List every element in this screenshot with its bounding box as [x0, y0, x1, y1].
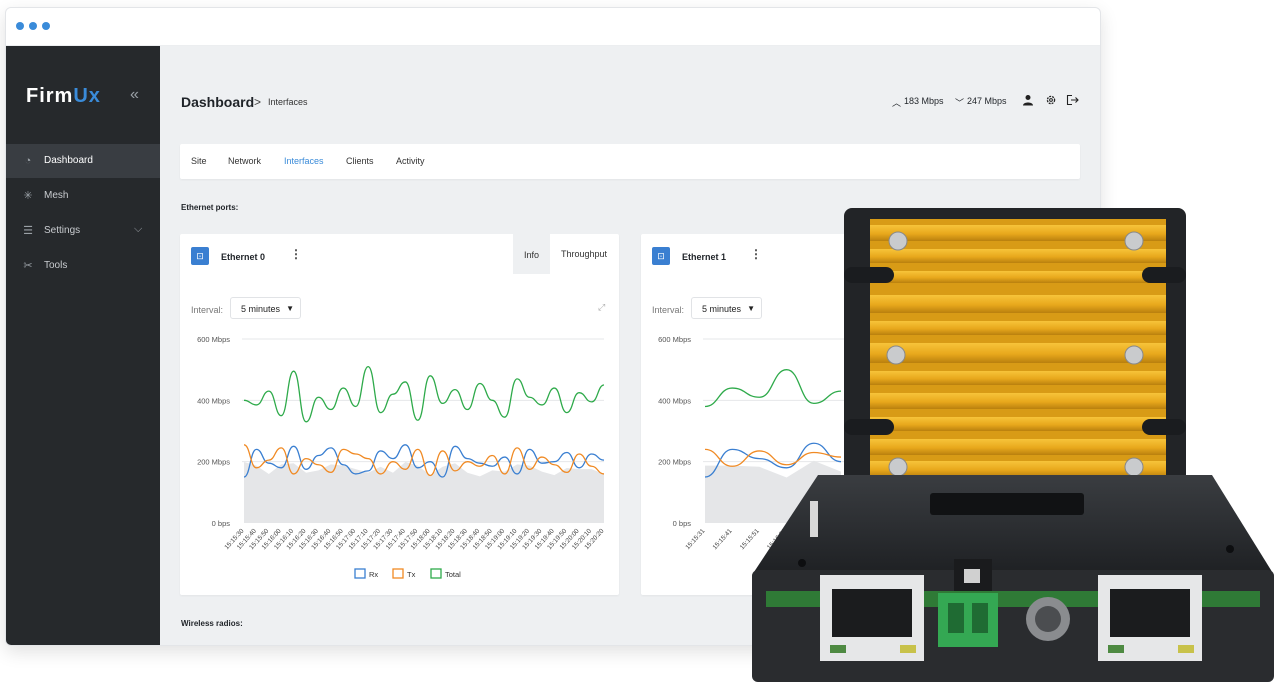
tab-bar: Site Network Interfaces Clients Activity — [180, 144, 1080, 179]
breadcrumb-dashboard[interactable]: Dashboard — [181, 94, 254, 110]
sidebar-item-label: Dashboard — [44, 155, 93, 166]
legend-swatch-tx[interactable] — [392, 568, 404, 579]
legend-label: Tx — [407, 570, 416, 579]
logo: FirmUx — [26, 85, 101, 107]
tab-interfaces[interactable]: Interfaces — [284, 156, 324, 166]
y-tick-label: 200 Mbps — [658, 458, 691, 467]
window-titlebar — [6, 8, 1100, 46]
series-line-total — [243, 365, 605, 423]
download-rate: 247 Mbps — [967, 96, 1007, 106]
tab-activity[interactable]: Activity — [396, 156, 425, 166]
gear-icon[interactable] — [1045, 94, 1057, 109]
sidebar-item-mesh[interactable]: ✳ Mesh — [6, 179, 160, 213]
ethernet-port-left — [820, 575, 924, 661]
wireless-section-title: Wireless radios: — [181, 619, 243, 628]
settings-sliders-icon: ☰ — [23, 225, 33, 237]
ethernet-section-title: Ethernet ports: — [181, 203, 239, 212]
legend-swatch-total[interactable] — [430, 568, 442, 579]
collapse-sidebar-icon[interactable]: « — [130, 86, 139, 104]
tab-network[interactable]: Network — [228, 156, 261, 166]
sidebar-item-tools[interactable]: ✂ Tools — [6, 249, 160, 283]
breadcrumb-separator-icon: > — [254, 95, 262, 109]
tab-clients[interactable]: Clients — [346, 156, 374, 166]
legend-swatch-rx[interactable] — [354, 568, 366, 579]
ethernet-port-right — [1098, 575, 1202, 661]
upload-arrow-icon: ︿ — [892, 98, 902, 108]
ethernet-0-card: ⊡ Ethernet 0 ⋮ Info Throughput Interval:… — [180, 234, 619, 595]
sidebar: FirmUx « ◔ Dashboard ✳ Mesh ☰ Settings ⌵… — [6, 46, 160, 645]
y-tick-label: 400 Mbps — [197, 396, 230, 405]
legend-label: Total — [445, 570, 461, 579]
mesh-icon: ✳ — [23, 190, 33, 202]
y-tick-label: 400 Mbps — [658, 396, 691, 405]
heatsink-fins — [870, 225, 1166, 477]
sidebar-item-dashboard[interactable]: ◔ Dashboard — [6, 144, 160, 178]
window-dot-icon[interactable] — [29, 22, 37, 30]
y-tick-label: 600 Mbps — [658, 335, 691, 344]
x-tick-label: 15:15:31 — [684, 527, 706, 551]
window-dot-icon[interactable] — [16, 22, 24, 30]
sidebar-item-label: Settings — [44, 225, 81, 236]
chevron-down-icon[interactable]: ⌵ — [134, 223, 142, 236]
tab-site[interactable]: Site — [191, 156, 207, 166]
sidebar-item-label: Tools — [44, 260, 68, 271]
y-tick-label: 0 bps — [212, 519, 231, 528]
tools-icon: ✂ — [23, 260, 33, 272]
sidebar-item-settings[interactable]: ☰ Settings ⌵ — [6, 214, 160, 248]
y-tick-label: 0 bps — [673, 519, 692, 528]
ethernet-0-chart: 600 Mbps400 Mbps200 Mbps0 bps15:15:3015:… — [197, 335, 606, 579]
user-icon[interactable] — [1022, 94, 1034, 109]
y-tick-label: 200 Mbps — [197, 458, 230, 467]
logout-icon[interactable] — [1066, 94, 1079, 109]
sidebar-item-label: Mesh — [44, 190, 69, 201]
dashboard-icon: ◔ — [24, 155, 32, 167]
window-dot-icon[interactable] — [42, 22, 50, 30]
x-tick-label: 15:15:41 — [712, 527, 734, 551]
download-arrow-icon: ﹀ — [955, 98, 965, 108]
router-hardware-image — [752, 208, 1274, 682]
legend-label: Rx — [369, 570, 378, 579]
breadcrumb-current: Interfaces — [268, 97, 308, 107]
upload-rate: 183 Mbps — [904, 96, 944, 106]
y-tick-label: 600 Mbps — [197, 335, 230, 344]
